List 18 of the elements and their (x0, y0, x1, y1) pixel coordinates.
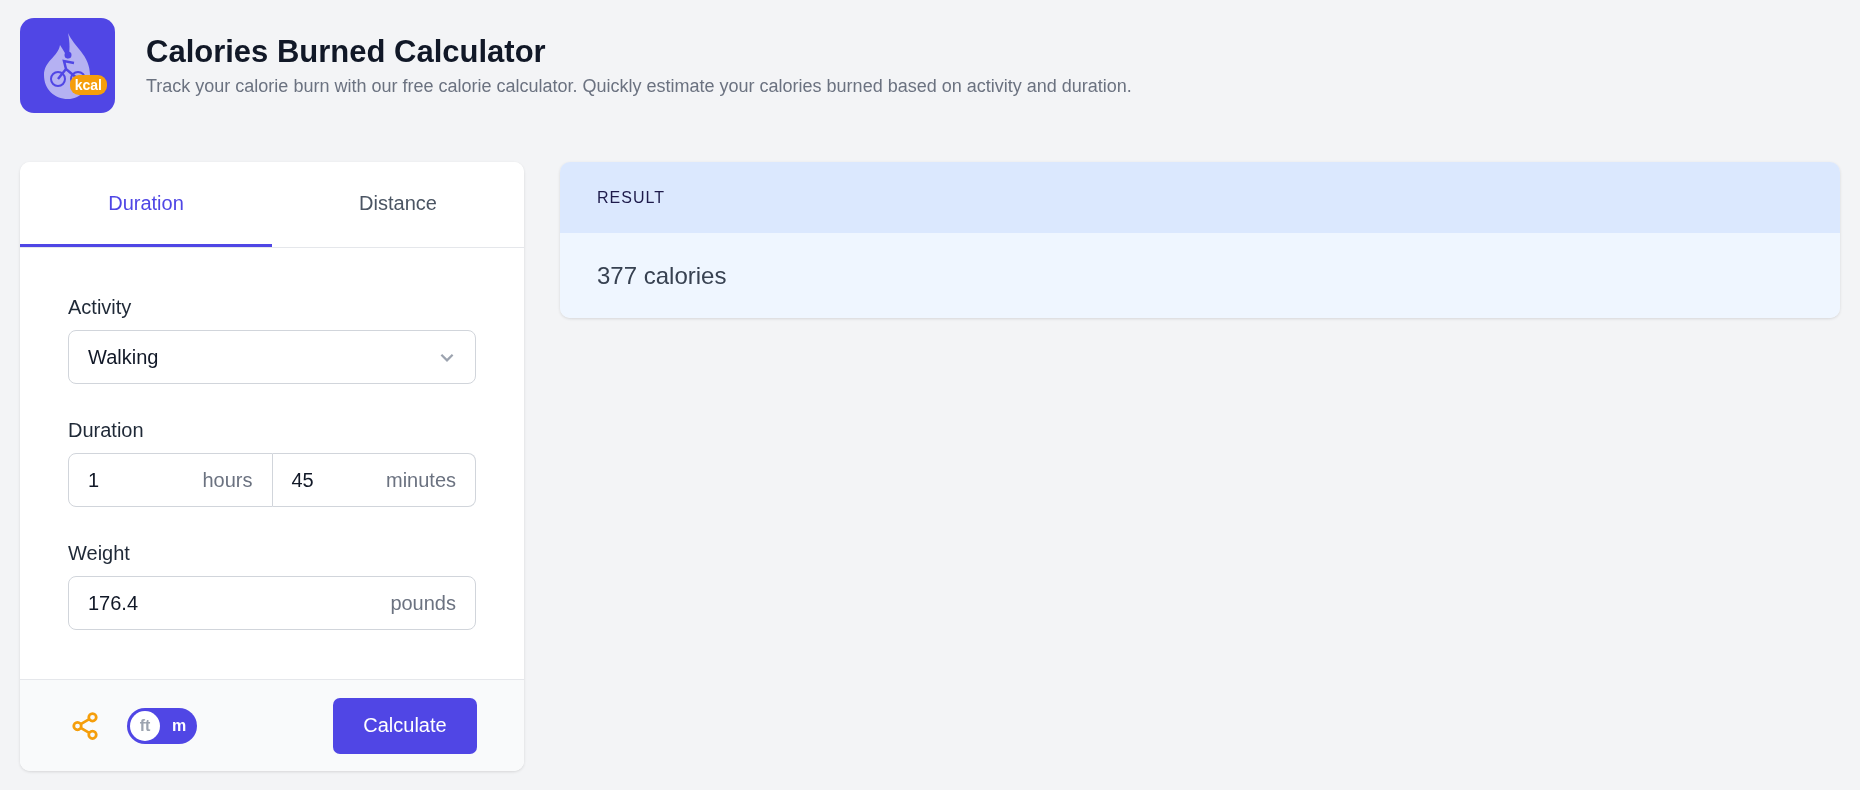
unit-option[interactable]: m (164, 710, 194, 741)
tab[interactable]: Duration (20, 162, 272, 247)
kcal-badge: kcal (69, 75, 107, 95)
weight-input[interactable]: 176.4 pounds (68, 576, 476, 630)
page-title: Calories Burned Calculator (146, 34, 547, 70)
result-value: 377 calories (597, 261, 727, 290)
field-label: Duration (68, 419, 145, 442)
activity-dropdown[interactable]: Walking (68, 330, 476, 384)
tab[interactable]: Distance (272, 162, 524, 247)
page-subtitle: Track your calorie burn with our free calorie calculator. Quickly estimate your calories burned based on activity and duration. (146, 76, 1132, 97)
calculate-button[interactable]: Calculate (333, 697, 477, 754)
result-heading: RESULT (597, 188, 665, 207)
duration-input[interactable]: 45 minutes (272, 453, 476, 507)
share-icon[interactable] (70, 710, 100, 741)
field-label: Weight (68, 542, 131, 565)
field-label: Activity (68, 296, 133, 319)
unit-toggle[interactable]: ft m (127, 707, 197, 744)
duration-input[interactable]: 1 hours (68, 453, 273, 507)
